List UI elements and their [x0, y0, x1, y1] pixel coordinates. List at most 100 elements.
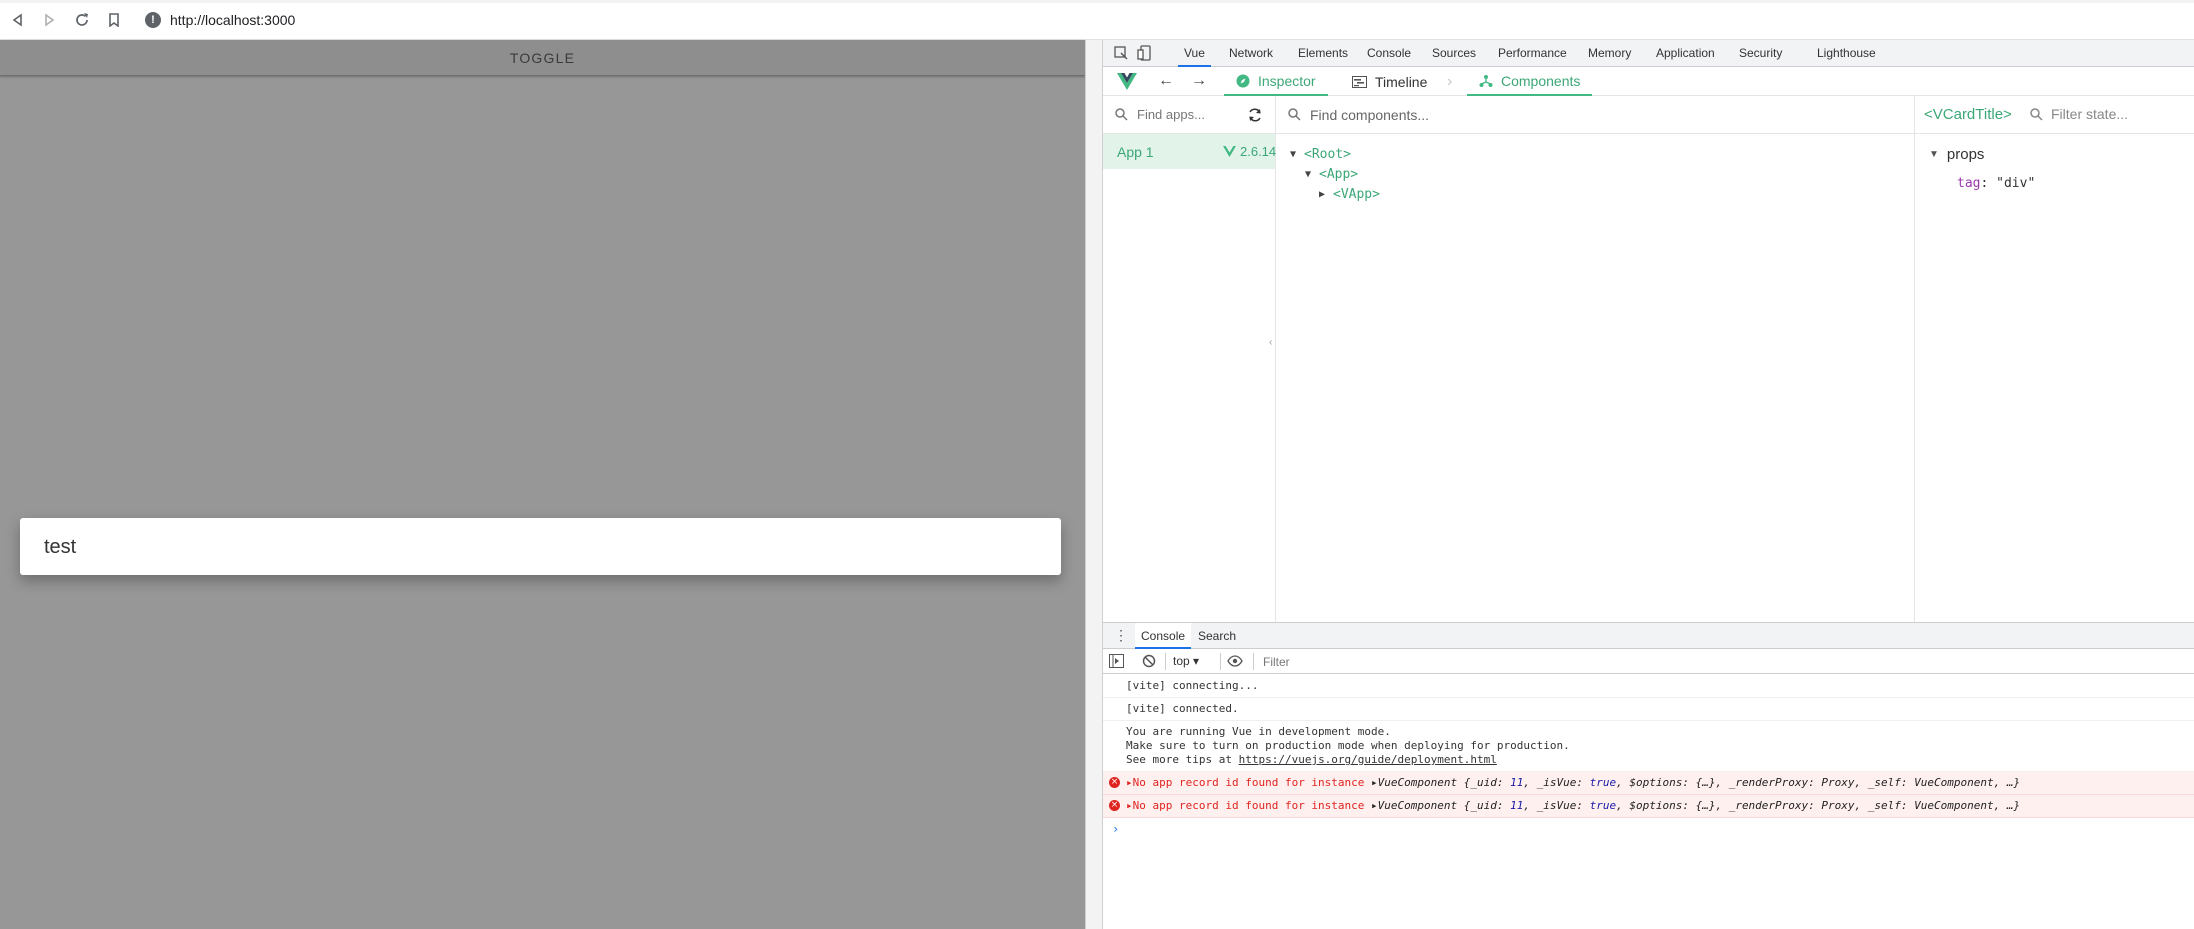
drawer-tab-console[interactable]: Console — [1135, 623, 1192, 649]
app-viewport: TOGGLE test — [0, 40, 1085, 929]
collapse-apps-icon[interactable]: ‹ — [1269, 337, 1272, 348]
tab-inspector[interactable]: Inspector — [1224, 67, 1328, 96]
refresh-icon[interactable] — [1247, 107, 1263, 123]
tab-sources[interactable]: Sources — [1426, 40, 1482, 67]
forward-arrow-icon[interactable]: → — [1191, 72, 1207, 90]
vue-logo-icon — [1223, 146, 1236, 157]
props-section-label: props — [1946, 146, 1985, 163]
vue-logo-icon[interactable] — [1117, 73, 1137, 90]
tab-console[interactable]: Console — [1361, 40, 1417, 67]
object-text: , _isVue: — [1523, 799, 1590, 812]
object-text: , $options: {…}, _renderProxy: Proxy, _s… — [1616, 776, 2021, 789]
card-title: test — [44, 536, 77, 558]
app-version: 2.6.14 — [1223, 144, 1276, 159]
tree-node-app[interactable]: ▼ <App> — [1305, 167, 1358, 182]
prop-row[interactable]: tag: "div" — [1957, 176, 2035, 191]
props-section-header[interactable]: ▼ props — [1929, 146, 1984, 163]
app-version-label: 2.6.14 — [1240, 144, 1277, 159]
timeline-icon — [1352, 75, 1367, 88]
browser-toolbar: ! http://localhost:3000 — [0, 0, 2194, 40]
device-toolbar-icon[interactable] — [1137, 45, 1153, 61]
apps-search[interactable]: Find apps... — [1103, 96, 1276, 134]
console-prompt[interactable]: › — [1103, 818, 2194, 840]
app-list-item[interactable]: App 1 2.6.14 — [1103, 134, 1276, 169]
app-name: App 1 — [1117, 144, 1154, 160]
reload-button[interactable] — [72, 10, 92, 30]
console-error[interactable]: × ▸No app record id found for instance ▸V… — [1103, 772, 2194, 795]
components-search[interactable]: Find components... — [1276, 96, 1915, 134]
vue-devtools-toolbar: ← → Inspector Timeline › Components — [1103, 67, 2194, 96]
tab-strip — [0, 0, 2194, 3]
search-icon — [2030, 107, 2043, 121]
site-info-icon[interactable]: ! — [145, 12, 161, 28]
tree-node-label: <VApp> — [1333, 187, 1380, 202]
error-object[interactable]: ▸VueComponent {_uid: 11, _isVue: true, $… — [1371, 799, 2020, 812]
selected-component-name: <VCardTitle> — [1924, 106, 2012, 123]
tab-timeline[interactable]: Timeline — [1340, 67, 1439, 96]
context-selector[interactable]: top ▾ — [1173, 654, 1199, 668]
apps-search-placeholder: Find apps... — [1137, 107, 1205, 122]
more-options-icon[interactable]: ⋮ — [1114, 627, 1128, 644]
object-bool: true — [1589, 799, 1617, 812]
tree-node-label: <Root> — [1304, 147, 1351, 162]
drawer-tab-search[interactable]: Search — [1192, 623, 1242, 649]
object-uid: 11 — [1510, 776, 1524, 789]
console-text: Make sure to turn on production mode whe… — [1126, 739, 1570, 752]
search-icon — [1115, 108, 1128, 121]
devtools-panel: Vue Network Elements Console Sources Per… — [1103, 40, 2194, 929]
sidebar-toggle-icon[interactable] — [1109, 654, 1124, 668]
tab-performance[interactable]: Performance — [1492, 40, 1573, 67]
console-text: You are running Vue in development mode. — [1126, 725, 1391, 738]
error-icon: × — [1109, 800, 1120, 811]
tab-timeline-label: Timeline — [1375, 73, 1428, 90]
console-filter-input[interactable]: Filter — [1263, 655, 1290, 669]
devtools-splitter[interactable] — [1085, 40, 1103, 929]
console-error[interactable]: × ▸No app record id found for instance ▸V… — [1103, 795, 2194, 818]
toolbar-divider — [1253, 653, 1254, 670]
expanded-caret-icon: ▼ — [1929, 149, 1939, 160]
tab-lighthouse[interactable]: Lighthouse — [1811, 40, 1882, 67]
object-text: VueComponent {_uid: — [1377, 799, 1511, 812]
tab-vue[interactable]: Vue — [1178, 40, 1211, 67]
object-text: , _isVue: — [1523, 776, 1590, 789]
tab-components[interactable]: Components — [1467, 67, 1593, 96]
eye-icon[interactable] — [1227, 655, 1243, 667]
collapsed-caret-icon[interactable]: ▶ — [1319, 189, 1329, 200]
address-bar[interactable]: http://localhost:3000 — [170, 12, 295, 28]
tab-network[interactable]: Network — [1223, 40, 1279, 67]
back-arrow-icon[interactable]: ← — [1158, 72, 1174, 90]
inspect-element-icon[interactable] — [1113, 45, 1129, 61]
card: test — [20, 518, 1061, 575]
tab-application[interactable]: Application — [1650, 40, 1721, 67]
error-icon: × — [1109, 777, 1120, 788]
tab-security[interactable]: Security — [1733, 40, 1788, 67]
prop-key: tag — [1957, 176, 1981, 191]
tab-memory[interactable]: Memory — [1582, 40, 1637, 67]
console-drawer: ⋮ Console Search top ▾ Filter [vite] con… — [1103, 622, 2194, 929]
console-toolbar: top ▾ Filter — [1103, 649, 2194, 674]
tab-inspector-label: Inspector — [1258, 72, 1316, 89]
back-button[interactable] — [8, 10, 28, 30]
error-object[interactable]: ▸VueComponent {_uid: 11, _isVue: true, $… — [1371, 776, 2020, 789]
toggle-button[interactable]: TOGGLE — [0, 40, 1085, 76]
error-text: No app record id found for instance — [1132, 799, 1365, 812]
tab-elements[interactable]: Elements — [1292, 40, 1354, 67]
prop-value: "div" — [1996, 176, 2036, 191]
toggle-label: TOGGLE — [509, 49, 576, 66]
expanded-caret-icon[interactable]: ▼ — [1305, 169, 1315, 180]
tree-node-root[interactable]: ▼ <Root> — [1290, 147, 1351, 162]
deployment-link[interactable]: https://vuejs.org/guide/deployment.html — [1239, 753, 1497, 766]
error-text: No app record id found for instance — [1132, 776, 1365, 789]
state-filter[interactable]: Filter state... — [2030, 106, 2128, 122]
clear-console-icon[interactable] — [1142, 654, 1156, 668]
object-text: VueComponent {_uid: — [1377, 776, 1511, 789]
devtools-tab-bar: Vue Network Elements Console Sources Per… — [1103, 40, 2194, 67]
context-label: top — [1173, 654, 1190, 668]
tree-node-vapp[interactable]: ▶ <VApp> — [1319, 187, 1380, 202]
drawer-tab-bar: ⋮ Console Search — [1103, 623, 2194, 649]
forward-button[interactable] — [39, 10, 59, 30]
forward-arrow-icon — [45, 13, 55, 27]
bookmark-button[interactable] — [104, 10, 124, 30]
expanded-caret-icon[interactable]: ▼ — [1290, 149, 1300, 160]
tab-components-label: Components — [1501, 72, 1581, 89]
